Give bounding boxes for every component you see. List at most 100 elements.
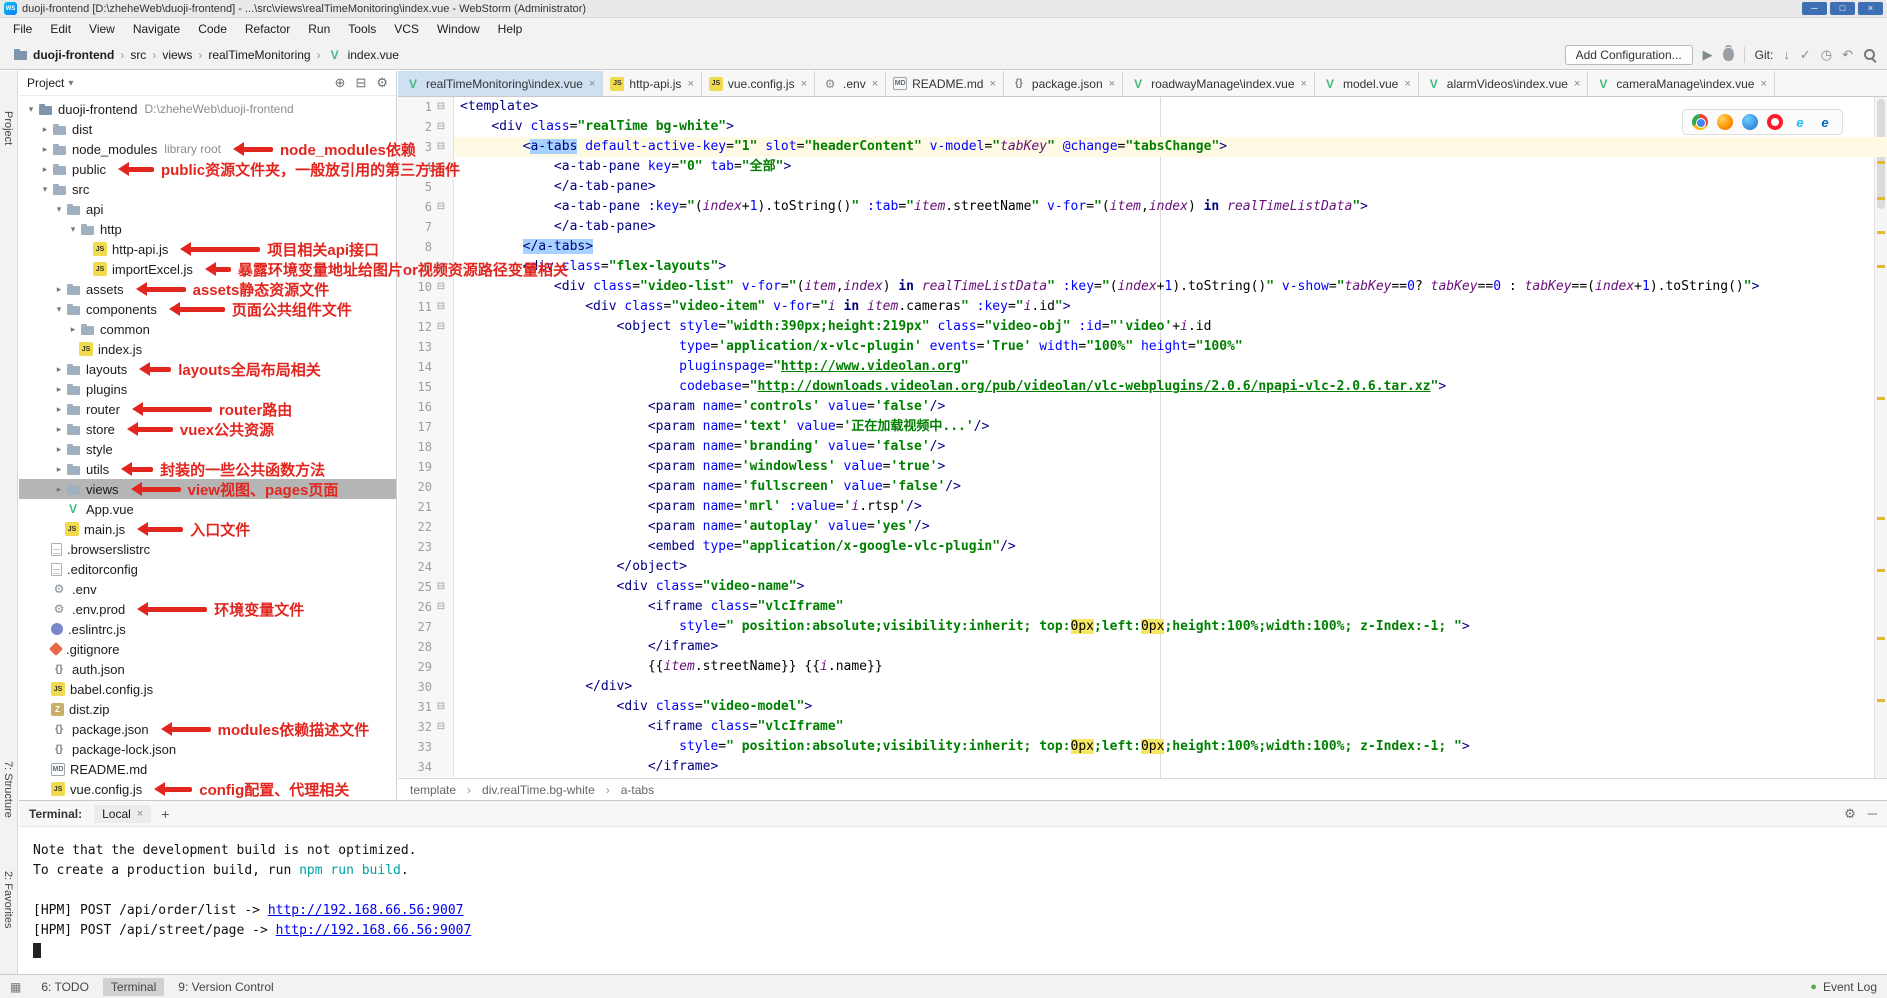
editor-tab[interactable]: JShttp-api.js×: [603, 71, 701, 96]
chevron-down-icon[interactable]: ▾: [25, 104, 37, 115]
opera-icon[interactable]: [1767, 114, 1783, 130]
tree-item[interactable]: {}auth.json: [19, 659, 396, 679]
close-icon[interactable]: ×: [872, 78, 878, 90]
new-terminal-session-button[interactable]: +: [161, 806, 169, 822]
tree-item[interactable]: ▾src: [19, 179, 396, 199]
tree-item[interactable]: ▾components页面公共组件文件: [19, 299, 396, 319]
tree-item[interactable]: ▸plugins: [19, 379, 396, 399]
tree-item[interactable]: ▾duoji-frontendD:\zheheWeb\duoji-fronten…: [19, 99, 396, 119]
menu-navigate[interactable]: Navigate: [124, 18, 189, 40]
tree-item[interactable]: .editorconfig: [19, 559, 396, 579]
git-commit-icon[interactable]: ✓: [1800, 47, 1811, 63]
breadcrumb-item[interactable]: a-tabs: [621, 783, 654, 797]
debug-icon[interactable]: [1723, 48, 1734, 61]
menu-view[interactable]: View: [80, 18, 124, 40]
tree-item[interactable]: ▸style: [19, 439, 396, 459]
event-log-button[interactable]: Event Log: [1823, 980, 1877, 994]
fold-marker-icon[interactable]: ⊟: [432, 97, 450, 117]
editor-tab[interactable]: VroadwayManage\index.vue×: [1123, 71, 1315, 96]
tree-item[interactable]: Zdist.zip: [19, 699, 396, 719]
firefox-icon[interactable]: [1717, 114, 1733, 130]
fold-marker-icon[interactable]: ⊟: [432, 197, 450, 217]
fold-marker-icon[interactable]: ⊟: [432, 297, 450, 317]
menu-code[interactable]: Code: [189, 18, 236, 40]
project-header-title[interactable]: Project: [27, 76, 64, 90]
terminal-hide-icon[interactable]: ─: [1868, 806, 1877, 822]
chevron-right-icon[interactable]: ▸: [53, 444, 65, 455]
fold-marker-icon[interactable]: ⊟: [432, 277, 450, 297]
chevron-right-icon[interactable]: ▸: [67, 324, 79, 335]
terminal-output[interactable]: Note that the development build is not o…: [19, 827, 1887, 961]
close-icon[interactable]: ×: [589, 78, 595, 90]
close-icon[interactable]: ×: [1574, 78, 1580, 90]
fold-marker-icon[interactable]: ⊟: [432, 717, 450, 737]
chevron-right-icon[interactable]: ▸: [53, 484, 65, 495]
chevron-down-icon[interactable]: ▾: [53, 304, 65, 315]
run-icon[interactable]: ▶: [1703, 47, 1713, 63]
fold-marker-icon[interactable]: ⊟: [432, 597, 450, 617]
tree-item[interactable]: .gitignore: [19, 639, 396, 659]
editor-tab[interactable]: VrealTimeMonitoring\index.vue×: [398, 71, 603, 96]
history-icon[interactable]: ◷: [1821, 47, 1832, 63]
menu-vcs[interactable]: VCS: [385, 18, 428, 40]
tree-item[interactable]: .eslintrc.js: [19, 619, 396, 639]
tree-item[interactable]: ▸node_moduleslibrary rootnode_modules依赖: [19, 139, 396, 159]
settings-icon[interactable]: ⚙: [376, 75, 388, 91]
editor-tab[interactable]: ValarmVideos\index.vue×: [1419, 71, 1589, 96]
menu-tools[interactable]: Tools: [339, 18, 385, 40]
fold-marker-icon[interactable]: ⊟: [432, 117, 450, 137]
breadcrumb-item[interactable]: template: [410, 783, 456, 797]
code-editor[interactable]: ee 1⊟<template>2⊟ <div class="realTime b…: [398, 97, 1887, 778]
tree-item[interactable]: ▾http: [19, 219, 396, 239]
git-update-icon[interactable]: ↓: [1783, 47, 1790, 62]
edge-icon[interactable]: e: [1817, 114, 1833, 130]
terminal-button[interactable]: Terminal: [103, 978, 164, 996]
close-icon[interactable]: ×: [801, 78, 807, 90]
tree-item[interactable]: ▸layoutslayouts全局布局相关: [19, 359, 396, 379]
locate-file-icon[interactable]: ⊕: [335, 75, 346, 91]
fold-marker-icon[interactable]: ⊟: [432, 137, 450, 157]
tree-item[interactable]: ⚙.env: [19, 579, 396, 599]
menu-file[interactable]: File: [4, 18, 41, 40]
tree-item[interactable]: ▸publicpublic资源文件夹，一般放引用的第三方插件: [19, 159, 396, 179]
tree-item[interactable]: MDREADME.md: [19, 759, 396, 779]
tree-item[interactable]: {}package-lock.json: [19, 739, 396, 759]
close-icon[interactable]: ×: [1301, 78, 1307, 90]
breadcrumb-item[interactable]: src: [128, 48, 148, 62]
chevron-down-icon[interactable]: ▾: [67, 224, 79, 235]
breadcrumb-item[interactable]: realTimeMonitoring: [206, 48, 312, 62]
chrome-icon[interactable]: [1692, 114, 1708, 130]
tree-item[interactable]: ▸common: [19, 319, 396, 339]
chevron-right-icon[interactable]: ▸: [53, 464, 65, 475]
editor-tab[interactable]: MDREADME.md×: [886, 71, 1004, 96]
menu-window[interactable]: Window: [428, 18, 489, 40]
chevron-right-icon[interactable]: ▸: [53, 404, 65, 415]
safari-icon[interactable]: [1742, 114, 1758, 130]
ie-icon[interactable]: e: [1792, 114, 1808, 130]
menu-refactor[interactable]: Refactor: [236, 18, 299, 40]
terminal-settings-icon[interactable]: ⚙: [1844, 806, 1856, 822]
editor-tab[interactable]: JSvue.config.js×: [702, 71, 815, 96]
tree-item[interactable]: ⚙.env.prod环境变量文件: [19, 599, 396, 619]
todo-button[interactable]: 6: TODO: [33, 978, 97, 996]
chevron-right-icon[interactable]: ▸: [39, 124, 51, 135]
tool-window-button-favorites[interactable]: 2: Favorites: [2, 871, 14, 928]
tree-item[interactable]: .browserslistrc: [19, 539, 396, 559]
chevron-right-icon[interactable]: ▸: [53, 384, 65, 395]
close-icon[interactable]: ×: [137, 808, 143, 820]
menu-help[interactable]: Help: [489, 18, 532, 40]
chevron-down-icon[interactable]: ▾: [53, 204, 65, 215]
breadcrumb-item[interactable]: div.realTime.bg-white: [482, 783, 595, 797]
tree-item[interactable]: {}package.jsonmodules依赖描述文件: [19, 719, 396, 739]
rollback-icon[interactable]: ↶: [1842, 47, 1853, 63]
chevron-right-icon[interactable]: ▸: [53, 364, 65, 375]
add-configuration-button[interactable]: Add Configuration...: [1565, 45, 1693, 65]
terminal-tab-local[interactable]: Local ×: [94, 805, 151, 823]
fold-marker-icon[interactable]: ⊟: [432, 157, 450, 177]
tree-item[interactable]: ▸dist: [19, 119, 396, 139]
fold-marker-icon[interactable]: ⊟: [432, 697, 450, 717]
tree-item[interactable]: JShttp-api.js项目相关api接口: [19, 239, 396, 259]
close-icon[interactable]: ×: [687, 78, 693, 90]
tree-item[interactable]: ▸utils封装的一些公共函数方法: [19, 459, 396, 479]
tree-item[interactable]: ▸storevuex公共资源: [19, 419, 396, 439]
